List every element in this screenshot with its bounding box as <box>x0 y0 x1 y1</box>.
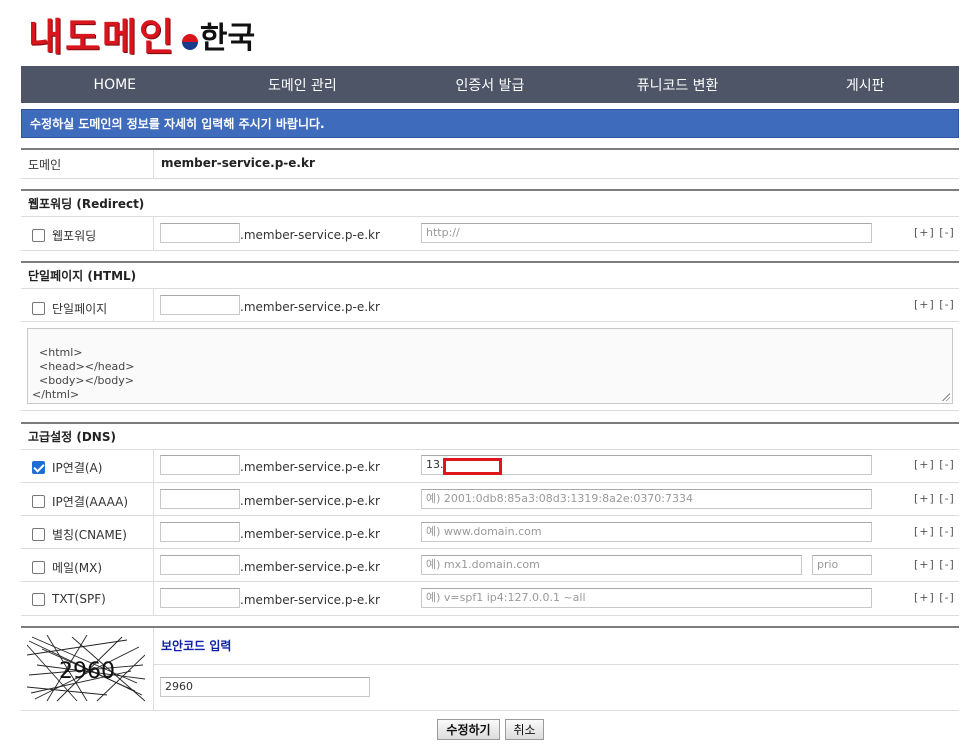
divider <box>153 150 154 178</box>
resize-handle-icon[interactable] <box>942 393 950 401</box>
captcha-text: 2960 <box>59 659 115 684</box>
dns-row-mx[interactable]: 메일(MX) <box>28 559 102 576</box>
divider <box>21 288 959 289</box>
domain-value: member-service.p-e.kr <box>161 156 315 170</box>
redirect-label: 웹포워딩 <box>52 229 97 243</box>
domain-suffix: .member-service.p-e.kr <box>240 527 380 541</box>
html-content-text: <html> <head></head> <body></body> </htm… <box>32 346 135 401</box>
html-content-textarea[interactable]: <html> <head></head> <body></body> </htm… <box>27 328 953 404</box>
add-remove-row-buttons[interactable]: [+] [-] <box>914 458 955 471</box>
divider <box>21 321 959 322</box>
logo-taegeuk-icon <box>181 34 198 50</box>
notice-bar: 수정하실 도메인의 정보를 자세히 입력해 주시기 바랍니다. <box>21 109 959 138</box>
cancel-button[interactable]: 취소 <box>505 719 544 740</box>
redirect-url-input[interactable]: http:// <box>421 223 872 243</box>
dns-aaaa-value-input[interactable]: 예) 2001:0db8:85a3:08d3:1319:8a2e:0370:73… <box>421 489 872 509</box>
dns-txt-value-input[interactable]: 예) v=spf1 ip4:127.0.0.1 ~all <box>421 588 872 608</box>
divider <box>21 482 959 483</box>
dns-row-cname[interactable]: 별칭(CNAME) <box>28 526 127 543</box>
dns-section-title: 고급설정 (DNS) <box>28 430 116 444</box>
captcha-title: 보안코드 입력 <box>161 639 232 653</box>
divider <box>153 628 154 710</box>
divider <box>21 410 959 411</box>
domain-suffix: .member-service.p-e.kr <box>240 300 380 314</box>
dns-txt-label: TXT(SPF) <box>52 592 106 606</box>
redaction-box <box>443 458 502 475</box>
dns-aaaa-label: IP연결(AAAA) <box>52 495 129 509</box>
divider <box>21 189 959 191</box>
dns-row-a[interactable]: IP연결(A) <box>28 459 102 476</box>
redirect-section-title: 웹포워딩 (Redirect) <box>28 197 145 211</box>
divider <box>154 664 959 665</box>
add-remove-row-buttons[interactable]: [+] [-] <box>914 298 955 311</box>
dns-row-txt[interactable]: TXT(SPF) <box>28 592 106 606</box>
dns-cname-value-input[interactable]: 예) www.domain.com <box>421 522 872 542</box>
dns-a-label: IP연결(A) <box>52 461 103 475</box>
add-remove-row-buttons[interactable]: [+] [-] <box>914 226 955 239</box>
nav-home[interactable]: HOME <box>21 66 209 103</box>
dns-cname-checkbox[interactable] <box>32 528 45 541</box>
add-remove-row-buttons[interactable]: [+] [-] <box>914 591 955 604</box>
divider <box>153 217 154 250</box>
divider <box>21 250 959 251</box>
add-remove-row-buttons[interactable]: [+] [-] <box>914 525 955 538</box>
submit-button[interactable]: 수정하기 <box>437 719 500 740</box>
html-section-title: 단일페이지 (HTML) <box>28 269 137 283</box>
divider <box>21 216 959 217</box>
captcha-image: 2960 <box>26 634 146 703</box>
dns-a-subdomain-input[interactable] <box>160 455 240 475</box>
domain-suffix: .member-service.p-e.kr <box>240 460 380 474</box>
add-remove-row-buttons[interactable]: [+] [-] <box>914 492 955 505</box>
divider <box>21 178 959 179</box>
redirect-option[interactable]: 웹포워딩 <box>28 227 96 244</box>
site-logo[interactable]: 내도메인 한국 <box>28 10 255 60</box>
nav-punycode[interactable]: 퓨니코드 변환 <box>584 66 772 103</box>
divider <box>21 515 959 516</box>
domain-suffix: .member-service.p-e.kr <box>240 228 380 242</box>
dns-mx-prio-input[interactable]: prio <box>812 555 872 575</box>
add-remove-row-buttons[interactable]: [+] [-] <box>914 558 955 571</box>
divider <box>21 261 959 263</box>
divider <box>21 626 959 628</box>
main-nav: HOME 도메인 관리 인증서 발급 퓨니코드 변환 게시판 <box>21 66 959 103</box>
redirect-checkbox[interactable] <box>32 229 45 242</box>
divider <box>21 548 959 549</box>
domain-label: 도메인 <box>28 158 62 172</box>
dns-mx-label: 메일(MX) <box>52 561 103 575</box>
divider <box>21 710 959 711</box>
html-subdomain-input[interactable] <box>160 295 240 315</box>
nav-domain-management[interactable]: 도메인 관리 <box>209 66 397 103</box>
dns-txt-checkbox[interactable] <box>32 592 45 606</box>
domain-suffix: .member-service.p-e.kr <box>240 560 380 574</box>
nav-board[interactable]: 게시판 <box>771 66 959 103</box>
divider <box>21 449 959 450</box>
domain-suffix: .member-service.p-e.kr <box>240 494 380 508</box>
redirect-subdomain-input[interactable] <box>160 223 240 243</box>
dns-mx-value-input[interactable]: 예) mx1.domain.com <box>421 555 802 575</box>
divider <box>21 615 959 616</box>
captcha-input[interactable]: 2960 <box>160 677 370 697</box>
dns-aaaa-checkbox[interactable] <box>32 495 45 508</box>
domain-suffix: .member-service.p-e.kr <box>240 593 380 607</box>
divider <box>21 581 959 582</box>
dns-cname-subdomain-input[interactable] <box>160 522 240 542</box>
html-page-checkbox[interactable] <box>32 302 45 315</box>
html-option[interactable]: 단일페이지 <box>28 300 107 317</box>
nav-certificate[interactable]: 인증서 발급 <box>396 66 584 103</box>
html-page-label: 단일페이지 <box>52 302 108 316</box>
dns-aaaa-subdomain-input[interactable] <box>160 489 240 509</box>
divider <box>21 422 959 424</box>
dns-txt-subdomain-input[interactable] <box>160 588 240 608</box>
dns-row-aaaa[interactable]: IP연결(AAAA) <box>28 493 128 510</box>
dns-cname-label: 별칭(CNAME) <box>52 528 127 542</box>
divider <box>153 289 154 321</box>
dns-mx-subdomain-input[interactable] <box>160 555 240 575</box>
dns-a-checkbox[interactable] <box>32 461 45 474</box>
dns-mx-checkbox[interactable] <box>32 561 45 574</box>
logo-sub-text: 한국 <box>199 21 256 56</box>
divider <box>153 450 154 615</box>
divider <box>21 148 959 150</box>
logo-main-text: 내도메인 <box>28 14 176 59</box>
